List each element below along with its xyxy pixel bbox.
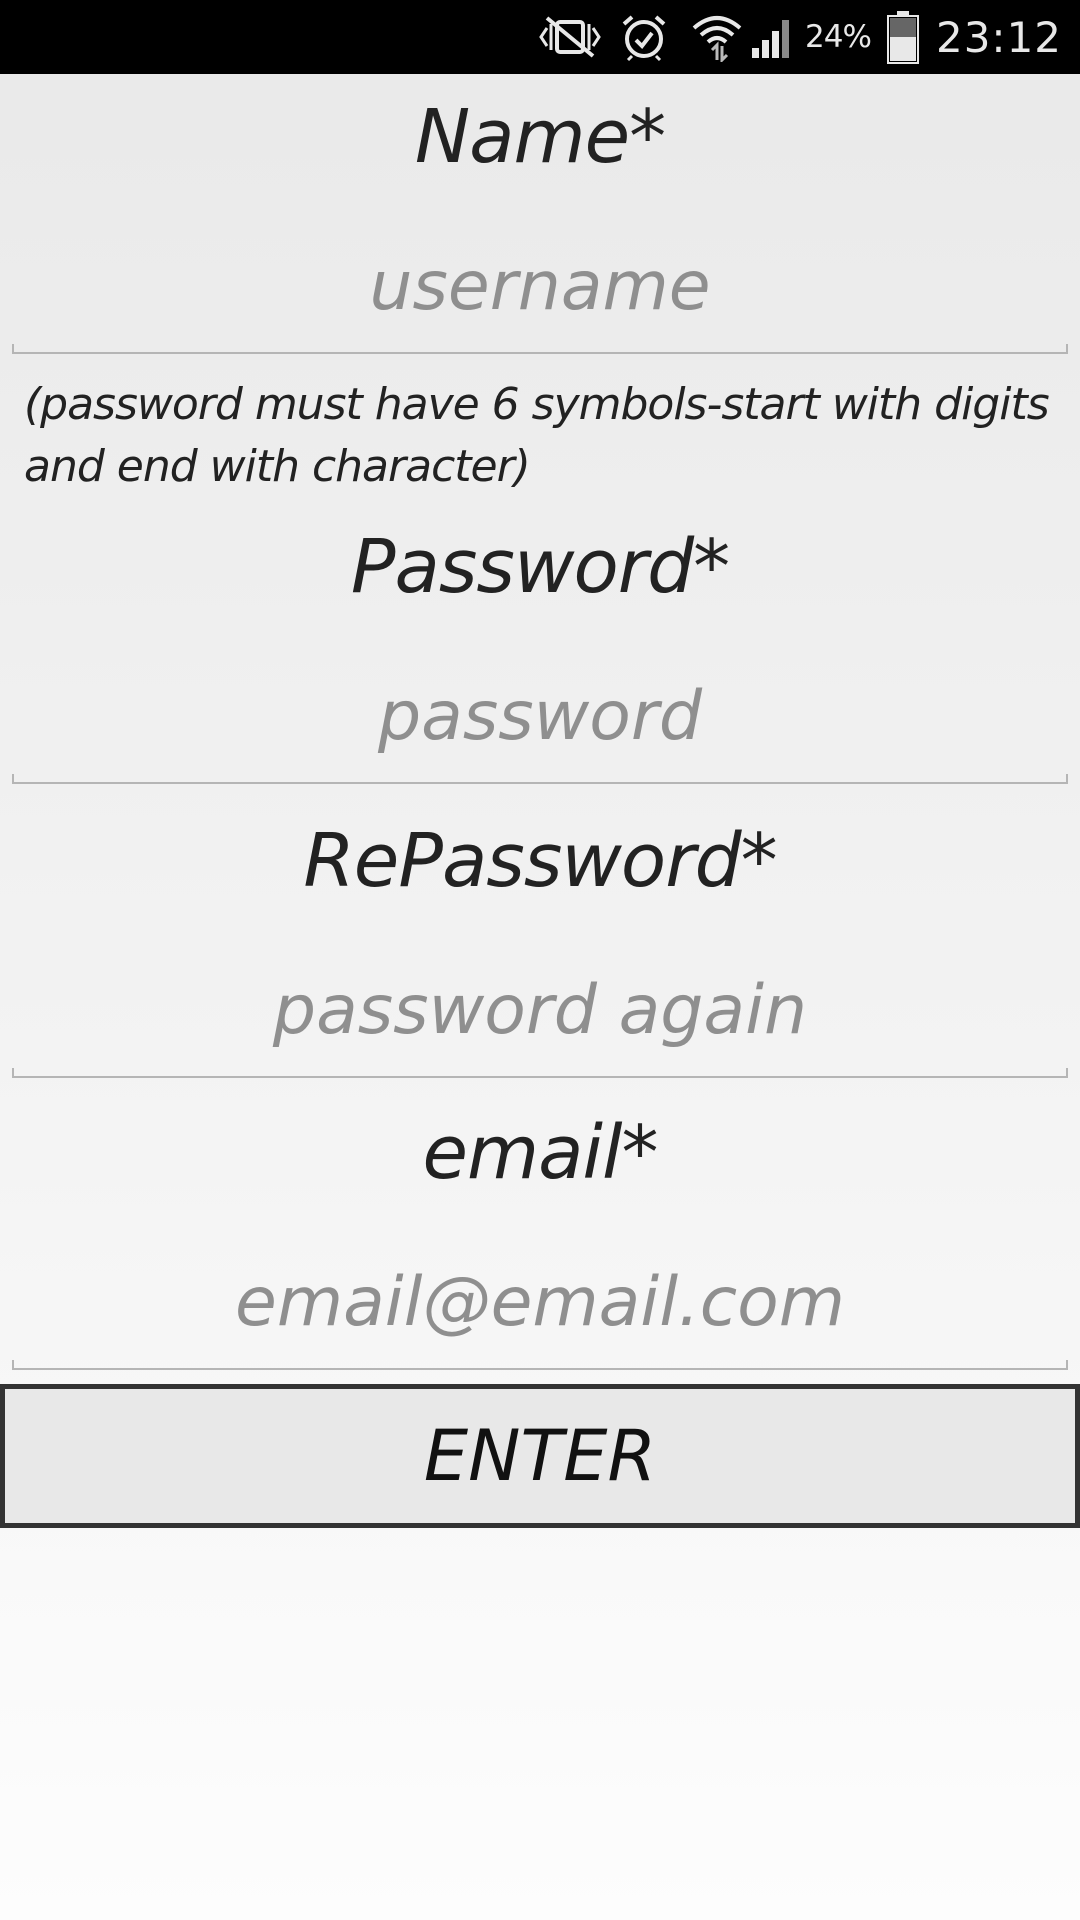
battery-percent: 24% (805, 19, 872, 55)
mute-vibrate-icon (534, 0, 606, 74)
username-input[interactable] (12, 238, 1068, 334)
password-input[interactable] (12, 668, 1068, 764)
enter-button[interactable]: ENTER (0, 1384, 1080, 1528)
battery-icon (880, 0, 926, 74)
password-hint: (password must have 6 symbols-start with… (24, 379, 1050, 492)
email-input[interactable] (12, 1254, 1068, 1350)
email-underline (12, 1360, 1068, 1370)
email-label: email* (422, 1110, 658, 1196)
password-underline (12, 774, 1068, 784)
name-label: Name* (414, 94, 666, 180)
signal-icon (748, 0, 798, 74)
repassword-input[interactable] (12, 962, 1068, 1058)
alarm-icon (616, 0, 672, 74)
status-bar: 24% 23:12 (0, 0, 1080, 74)
password-label: Password* (350, 524, 730, 610)
clock: 23:12 (935, 12, 1063, 62)
wifi-icon (686, 0, 748, 74)
repassword-underline (12, 1068, 1068, 1078)
repassword-label: RePassword* (303, 818, 777, 904)
username-underline (12, 344, 1068, 354)
